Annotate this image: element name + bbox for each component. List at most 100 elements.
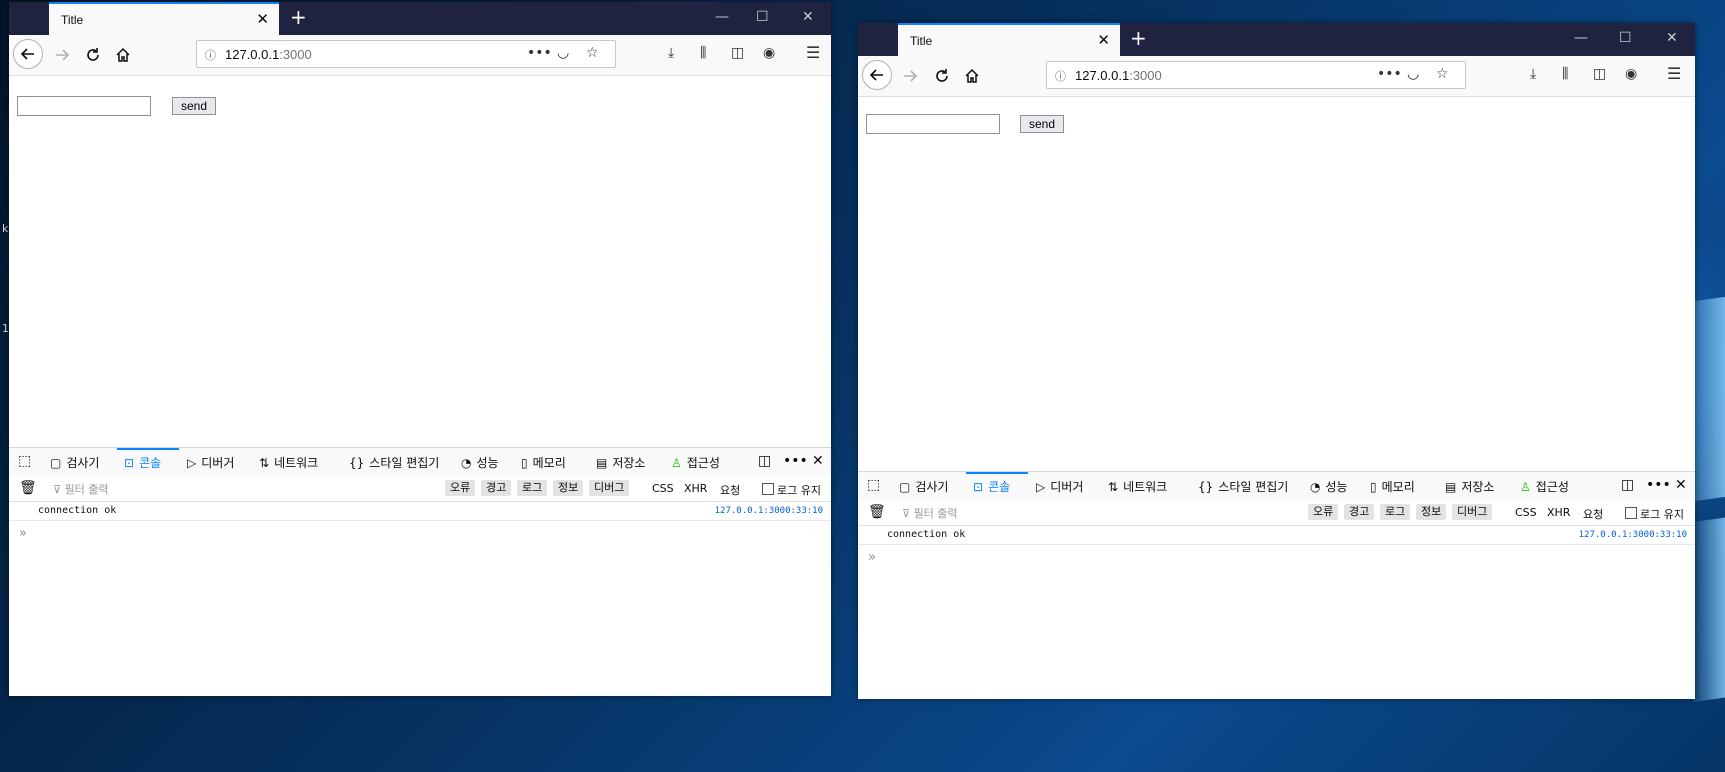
filter-logs[interactable]: 로그 (517, 480, 548, 496)
filter-requests[interactable]: 요청 (720, 482, 740, 498)
devtools-more-icon[interactable]: ••• (1646, 477, 1671, 493)
account-icon[interactable]: ◉ (763, 45, 775, 61)
maximize-button[interactable]: ☐ (756, 10, 769, 24)
tab-accessibility[interactable]: ♙ 접근성 (671, 454, 720, 471)
tab-accessibility[interactable]: ♙ 접근성 (1520, 478, 1569, 495)
star-icon[interactable]: ☆ (1436, 66, 1449, 82)
tab-inspector[interactable]: ▢ 검사기 (899, 478, 948, 495)
nav-bar: ⓘ 127.0.0.1:3000 ••• ◡ ☆ ⤓ ⫼ ◫ ◉ ☰ (858, 56, 1695, 97)
new-tab-button[interactable]: + (1130, 28, 1147, 48)
filter-input[interactable]: ⊽ 필터 출력 (53, 481, 109, 497)
close-window-button[interactable]: ✕ (802, 10, 814, 24)
info-icon[interactable]: ⓘ (1055, 68, 1066, 84)
more-icon[interactable]: ••• (1377, 66, 1402, 82)
console-message-location[interactable]: 127.0.0.1:3000:33:10 (715, 506, 823, 516)
info-icon[interactable]: ⓘ (205, 47, 216, 63)
hamburger-menu-icon[interactable]: ☰ (1667, 64, 1681, 83)
trash-icon[interactable]: 🗑 (868, 504, 886, 520)
tab-memory[interactable]: ▯ 메모리 (521, 454, 566, 471)
devtools-more-icon[interactable]: ••• (783, 453, 808, 469)
element-picker-icon[interactable]: ⬚ (867, 477, 880, 493)
tab-console[interactable]: ⊡ 콘솔 (124, 454, 161, 471)
element-picker-icon[interactable]: ⬚ (18, 453, 31, 469)
filter-warnings[interactable]: 경고 (481, 480, 512, 496)
filter-debug[interactable]: 디버그 (589, 480, 630, 496)
hamburger-menu-icon[interactable]: ☰ (806, 43, 820, 62)
tab-network[interactable]: ⇅ 네트워크 (259, 454, 318, 471)
filter-xhr[interactable]: XHR (684, 482, 707, 495)
filter-css[interactable]: CSS (652, 482, 674, 495)
filter-logs[interactable]: 로그 (1380, 504, 1411, 520)
account-icon[interactable]: ◉ (1625, 66, 1637, 82)
dock-icon[interactable]: ◫ (758, 453, 771, 469)
library-icon[interactable]: ⫼ (700, 45, 706, 61)
console-prompt-icon[interactable]: » (868, 550, 876, 565)
filter-info[interactable]: 정보 (553, 480, 584, 496)
filter-requests[interactable]: 요청 (1583, 506, 1603, 522)
tab-network[interactable]: ⇅ 네트워크 (1108, 478, 1167, 495)
devtools-close-icon[interactable]: ✕ (812, 453, 824, 469)
home-button[interactable] (958, 62, 986, 90)
new-tab-button[interactable]: + (290, 7, 307, 27)
reload-button[interactable] (79, 41, 107, 69)
close-tab-icon[interactable]: ✕ (256, 11, 269, 27)
filter-info[interactable]: 정보 (1416, 504, 1447, 520)
download-icon[interactable]: ⤓ (1530, 66, 1536, 82)
download-icon[interactable]: ⤓ (668, 45, 674, 61)
tab-style-editor[interactable]: {} 스타일 편집기 (349, 454, 439, 471)
dock-icon[interactable]: ◫ (1621, 477, 1634, 493)
filter-css[interactable]: CSS (1515, 506, 1537, 519)
send-button[interactable]: send (1020, 115, 1065, 133)
home-button[interactable] (109, 41, 137, 69)
console-message-location[interactable]: 127.0.0.1:3000:33:10 (1579, 530, 1687, 540)
home-icon (116, 47, 130, 62)
filter-errors[interactable]: 오류 (1308, 504, 1339, 520)
tab-style-editor-label: 스타일 편집기 (369, 456, 440, 470)
inspector-icon: ▢ (50, 456, 62, 470)
tab-title-tab[interactable]: Title ✕ (49, 2, 279, 35)
forward-button[interactable] (896, 62, 924, 90)
tab-performance[interactable]: ◔ 성능 (1310, 478, 1348, 495)
sidebar-icon[interactable]: ◫ (1593, 66, 1606, 82)
filter-xhr[interactable]: XHR (1547, 506, 1570, 519)
tab-performance[interactable]: ◔ 성능 (461, 454, 499, 471)
message-input[interactable] (17, 96, 151, 116)
tab-style-editor[interactable]: {} 스타일 편집기 (1198, 478, 1288, 495)
library-icon[interactable]: ⫼ (1562, 66, 1568, 82)
tab-debugger[interactable]: ▷ 디버거 (187, 454, 234, 471)
persist-logs-checkbox[interactable]: 로그 유지 (1625, 506, 1684, 522)
minimize-button[interactable]: — (1574, 31, 1588, 45)
more-icon[interactable]: ••• (527, 45, 552, 61)
reload-button[interactable] (928, 62, 956, 90)
address-bar[interactable]: ⓘ 127.0.0.1:3000 ••• ◡ ☆ (196, 40, 616, 68)
pocket-icon[interactable]: ◡ (1407, 66, 1419, 82)
tab-storage[interactable]: ▤ 저장소 (1445, 478, 1494, 495)
devtools-close-icon[interactable]: ✕ (1675, 477, 1687, 493)
filter-debug[interactable]: 디버그 (1452, 504, 1493, 520)
tab-memory[interactable]: ▯ 메모리 (1370, 478, 1415, 495)
console-prompt-icon[interactable]: » (19, 526, 27, 541)
tab-debugger[interactable]: ▷ 디버거 (1036, 478, 1083, 495)
filter-input[interactable]: ⊽ 필터 출력 (902, 505, 958, 521)
filter-errors[interactable]: 오류 (445, 480, 476, 496)
tab-console[interactable]: ⊡ 콘솔 (973, 478, 1010, 495)
close-tab-icon[interactable]: ✕ (1097, 32, 1110, 48)
tab-storage[interactable]: ▤ 저장소 (596, 454, 645, 471)
sidebar-icon[interactable]: ◫ (731, 45, 744, 61)
persist-logs-checkbox[interactable]: 로그 유지 (762, 482, 821, 498)
star-icon[interactable]: ☆ (586, 45, 599, 61)
minimize-button[interactable]: — (715, 10, 729, 24)
pocket-icon[interactable]: ◡ (557, 45, 569, 61)
forward-button[interactable] (48, 41, 76, 69)
tab-title-tab[interactable]: Title ✕ (898, 23, 1120, 56)
message-input[interactable] (866, 114, 1000, 134)
back-button[interactable] (862, 60, 892, 90)
back-button[interactable] (13, 39, 43, 69)
address-bar[interactable]: ⓘ 127.0.0.1:3000 ••• ◡ ☆ (1046, 61, 1466, 89)
tab-inspector[interactable]: ▢ 검사기 (50, 454, 99, 471)
close-window-button[interactable]: ✕ (1666, 31, 1678, 45)
filter-warnings[interactable]: 경고 (1344, 504, 1375, 520)
trash-icon[interactable]: 🗑 (19, 480, 37, 496)
maximize-button[interactable]: ☐ (1619, 31, 1632, 45)
send-button[interactable]: send (172, 97, 217, 115)
